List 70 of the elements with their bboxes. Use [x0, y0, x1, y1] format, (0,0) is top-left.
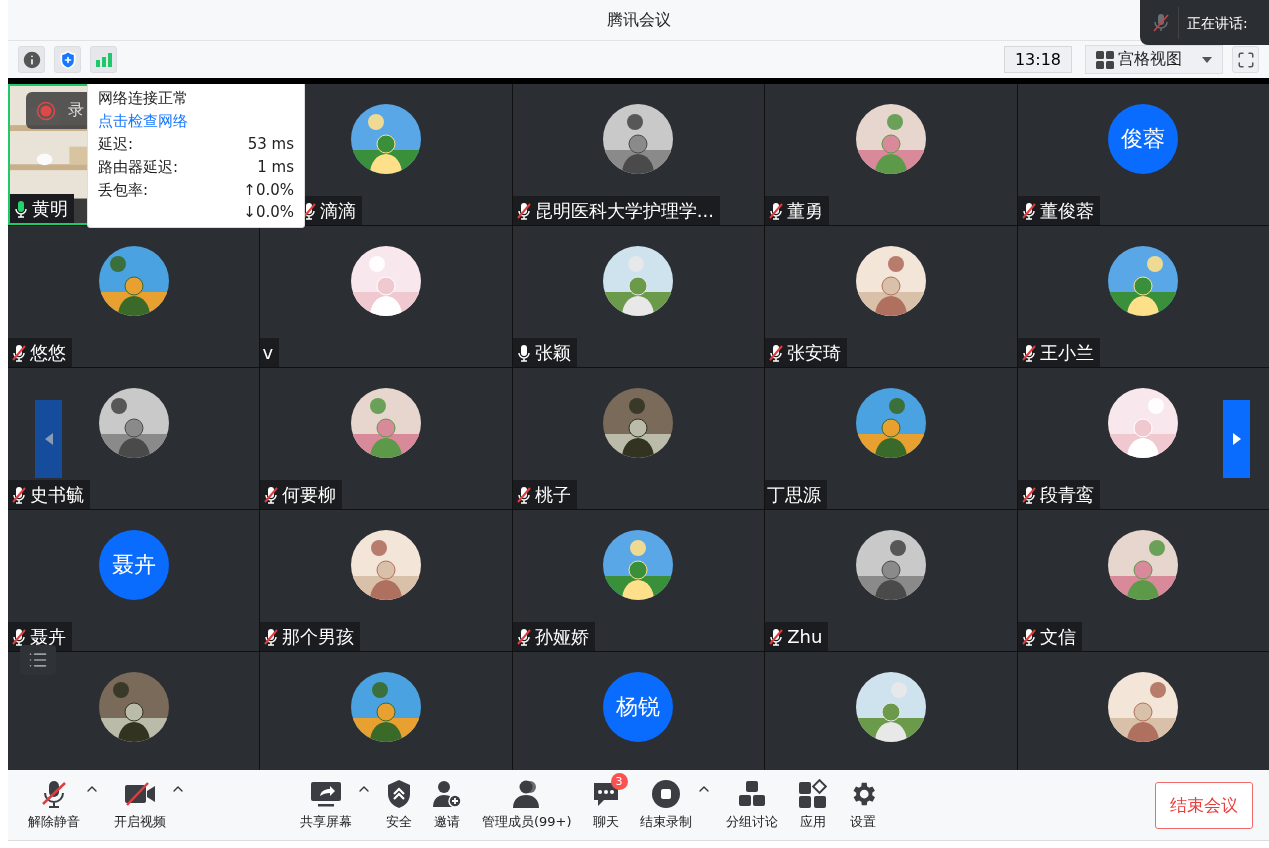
name-text: 悠悠 — [30, 340, 66, 365]
name-text: 孙娅娇 — [534, 624, 589, 649]
initials-avatar: 聂卉 — [98, 530, 169, 600]
muted-mic-icon — [40, 779, 68, 809]
stat-value: ↑0.0% — [243, 181, 294, 199]
unread-badge: 3 — [610, 773, 628, 790]
name-text: 聂卉 — [30, 624, 66, 649]
security-button[interactable] — [54, 46, 81, 73]
name-text: 那个男孩 — [282, 624, 355, 649]
toolbar-button[interactable]: 开启视频 — [104, 773, 176, 831]
record-icon — [36, 100, 56, 121]
initials-avatar: 杨锐 — [603, 672, 674, 742]
name-text: 王小兰 — [1039, 340, 1094, 365]
stop-icon — [650, 779, 681, 809]
add-user-icon — [432, 779, 462, 809]
list-button[interactable] — [20, 645, 56, 675]
stat-label: 延迟: — [98, 135, 134, 154]
dropdown-caret-icon — [1202, 56, 1212, 63]
name-text: 丁思源 — [767, 482, 822, 507]
name-text: 昆明医科大学护理学... — [534, 198, 714, 223]
blocks-icon — [736, 780, 767, 808]
name-text: 何要柳 — [282, 482, 337, 507]
signal-icon — [95, 52, 112, 67]
speaking-indicator: 正在讲话: — [1140, 0, 1269, 45]
muted-mic-icon — [1152, 11, 1170, 34]
fullscreen-icon — [1236, 50, 1255, 69]
info-button[interactable] — [18, 46, 45, 73]
end-meeting-button[interactable]: 结束会议 — [1155, 781, 1253, 829]
name-text: 史书毓 — [30, 482, 84, 507]
grid-icon — [1096, 50, 1114, 69]
toolbar-button[interactable]: 聊天 3 — [581, 773, 630, 831]
view-dropdown[interactable]: 宫格视图 — [1085, 45, 1223, 74]
stat-value: 53 ms — [247, 135, 294, 153]
info-icon — [20, 48, 43, 71]
toolbar-button[interactable]: 管理成员(99+) — [472, 773, 582, 831]
name-text: 黄明 — [32, 196, 68, 221]
left-arrow-icon — [44, 433, 53, 445]
toolbar-button[interactable]: 应用 — [787, 773, 838, 831]
name-text: Zhu — [787, 626, 823, 647]
stat-value: 1 ms — [257, 158, 294, 176]
stat-label: 丢包率: — [98, 181, 149, 201]
stat-label: 路由器延迟: — [98, 158, 179, 177]
toolbar-button[interactable]: 安全 — [376, 773, 422, 831]
next-page-button[interactable] — [1223, 400, 1250, 478]
stat-value: ↓0.0% — [243, 203, 294, 221]
toolbar-button[interactable]: 分组讨论 — [715, 773, 788, 831]
toolbar-button[interactable]: 设置 — [837, 773, 888, 831]
name-text: 张安琦 — [787, 340, 842, 365]
right-arrow-icon — [1232, 433, 1241, 445]
name-text: 滴滴 — [320, 198, 357, 223]
toolbar-button[interactable]: 邀请 — [422, 773, 472, 831]
share-screen-icon — [310, 780, 342, 808]
window-title: 腾讯会议 — [606, 9, 671, 31]
toolbar-button[interactable]: 结束录制 — [629, 773, 702, 831]
initials-avatar: 俊蓉 — [1108, 104, 1179, 174]
toolbar-button[interactable]: 共享屏幕 — [290, 773, 362, 831]
name-text: 桃子 — [534, 482, 571, 507]
shield-icon — [386, 779, 412, 809]
name-text: v — [262, 342, 274, 363]
name-text: 董勇 — [787, 198, 824, 223]
meeting-timer: 13:18 — [1003, 46, 1072, 73]
list-icon — [28, 650, 48, 670]
name-text: 段青鸾 — [1039, 482, 1094, 507]
video-off-icon — [124, 781, 156, 807]
name-text: 张颖 — [534, 340, 571, 365]
fullscreen-button[interactable] — [1232, 46, 1259, 73]
toolbar-button[interactable]: 解除静音 — [18, 773, 90, 831]
name-text: 文信 — [1039, 624, 1076, 649]
name-text: 董俊蓉 — [1039, 198, 1094, 223]
apps-icon — [797, 779, 828, 809]
